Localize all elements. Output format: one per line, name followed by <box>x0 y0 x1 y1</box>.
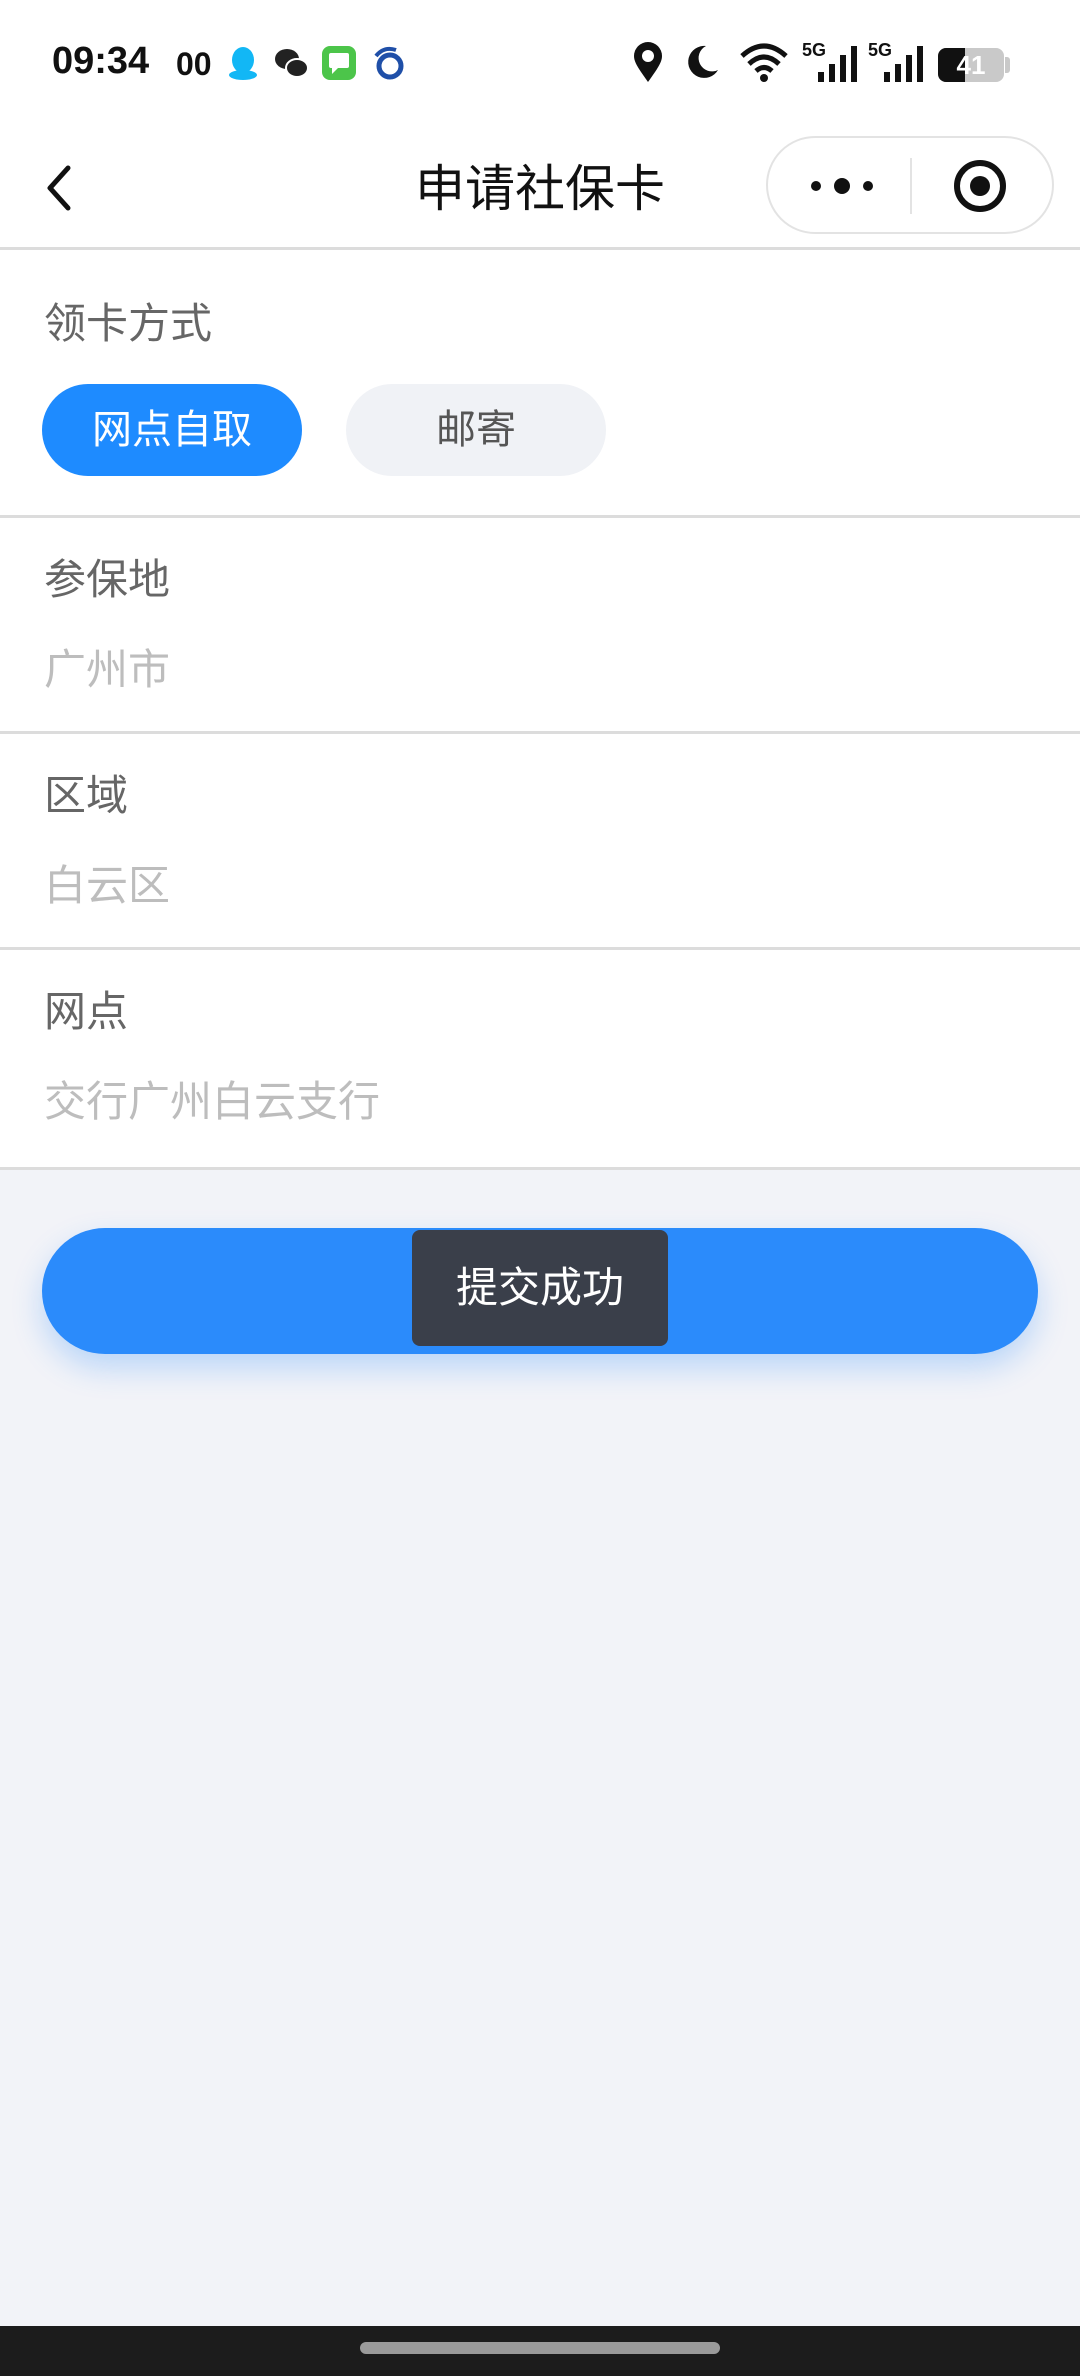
district-label: 区域 <box>44 771 129 820</box>
system-navigation-bar <box>0 2326 1080 2376</box>
signal-icon: 5G <box>802 40 860 84</box>
signal-icon-2: 5G <box>868 40 926 84</box>
pickup-option-branch[interactable]: 网点自取 <box>42 384 302 476</box>
insured-city-value: 广州市 <box>44 645 171 694</box>
battery-tip <box>1005 57 1010 73</box>
insured-city-label: 参保地 <box>44 555 171 604</box>
battery-level: 41 <box>956 50 986 80</box>
branch-value: 交行广州白云支行 <box>44 1077 381 1126</box>
status-bar: 09:34 00 5G 5G 41 <box>0 0 1080 128</box>
qq-icon <box>229 47 257 80</box>
pickup-method-label: 领卡方式 <box>44 299 213 348</box>
insured-city-field[interactable]: 参保地 广州市 <box>0 518 1080 734</box>
home-gesture-bar[interactable] <box>360 2342 720 2354</box>
back-icon[interactable] <box>38 158 82 218</box>
location-icon <box>634 42 662 82</box>
pickup-method-section: 领卡方式 网点自取 邮寄 <box>0 250 1080 518</box>
battery-icon: 41 <box>938 48 1004 82</box>
wechat-icon <box>275 49 309 78</box>
status-carrier-text: 00 <box>176 46 212 82</box>
nav-bar: 申请社保卡 <box>0 128 1080 250</box>
toast-message: 提交成功 <box>412 1230 668 1346</box>
capsule-divider <box>910 158 912 214</box>
branch-label: 网点 <box>44 987 129 1036</box>
browser-icon <box>374 46 404 80</box>
district-value: 白云区 <box>44 861 171 910</box>
mini-program-capsule <box>766 136 1054 234</box>
pickup-option-mail[interactable]: 邮寄 <box>346 384 606 476</box>
district-field[interactable]: 区域 白云区 <box>0 734 1080 950</box>
wifi-icon <box>740 43 788 82</box>
moon-icon <box>688 45 718 78</box>
status-time: 09:34 <box>52 40 150 82</box>
messages-icon <box>322 46 356 80</box>
more-icon[interactable] <box>806 166 878 206</box>
branch-field[interactable]: 网点 交行广州白云支行 <box>0 950 1080 1170</box>
close-target-icon[interactable] <box>952 158 1008 214</box>
